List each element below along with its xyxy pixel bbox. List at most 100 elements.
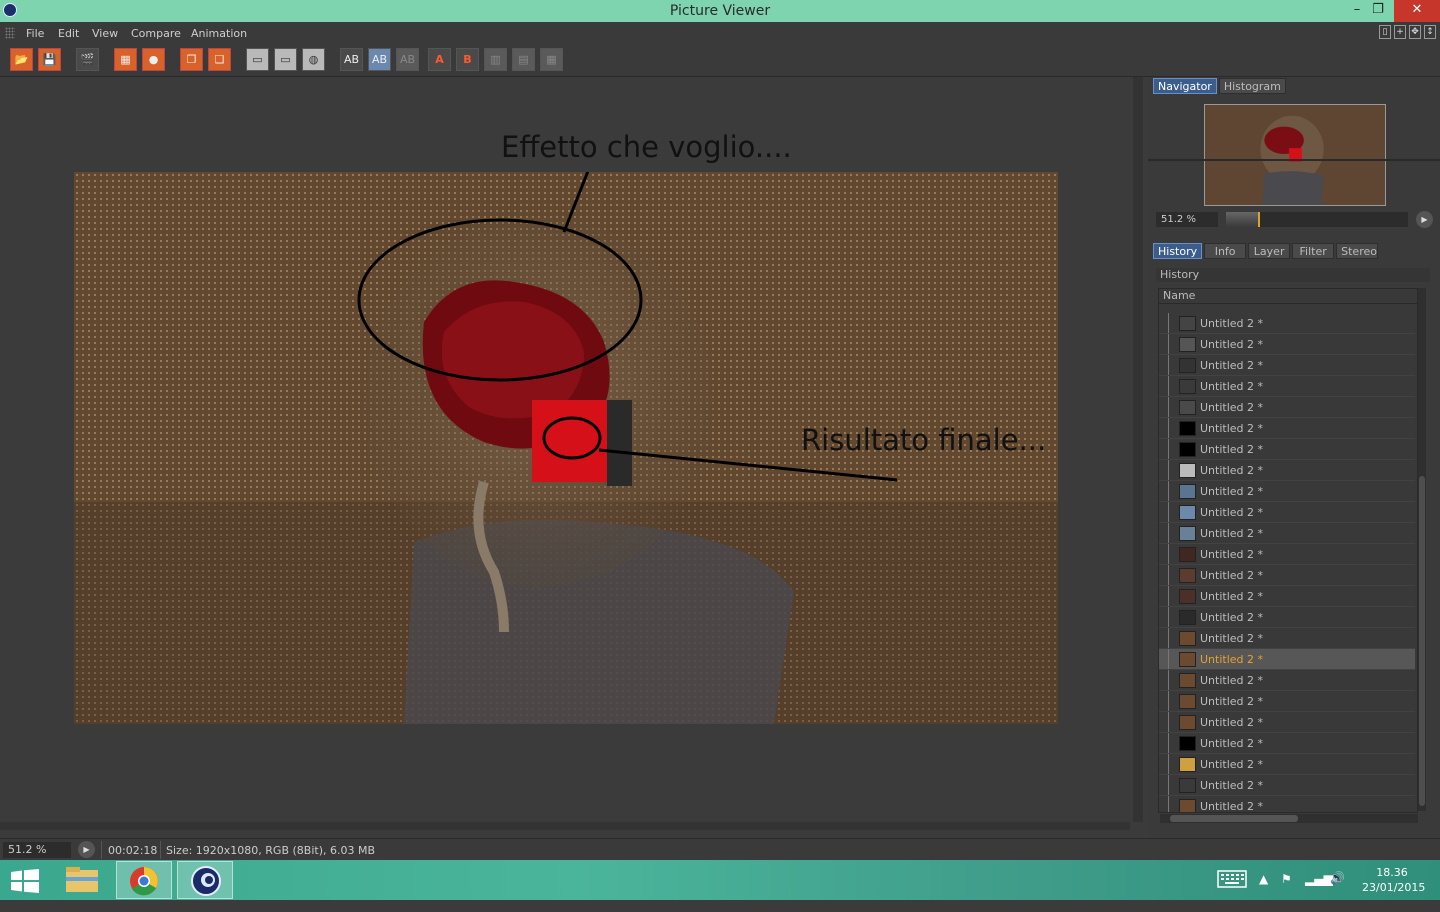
history-item[interactable]: Untitled 2 * bbox=[1159, 649, 1415, 670]
tree-line bbox=[1168, 691, 1169, 711]
navigator-zoom-slider[interactable] bbox=[1226, 212, 1408, 227]
history-item[interactable]: Untitled 2 * bbox=[1159, 586, 1415, 607]
navigator-zoom-field[interactable]: 51.2 % bbox=[1156, 212, 1218, 227]
navigator-zoom-fill bbox=[1226, 212, 1260, 227]
set-b-label: B bbox=[463, 53, 472, 66]
ab-split-icon[interactable]: AB bbox=[368, 48, 391, 71]
keyboard-icon[interactable] bbox=[1217, 870, 1247, 910]
open-icon[interactable]: 📂 bbox=[10, 48, 33, 71]
panel-layout-icon[interactable]: ▯ bbox=[1379, 25, 1391, 39]
render-region-icon[interactable]: ▦ bbox=[114, 48, 137, 71]
menu-file[interactable]: File bbox=[26, 27, 44, 40]
menu-view[interactable]: View bbox=[92, 27, 118, 40]
ab-swap-icon[interactable]: AB bbox=[396, 48, 419, 71]
volume-icon[interactable]: 🔊 bbox=[1330, 871, 1345, 911]
history-item[interactable]: Untitled 2 * bbox=[1159, 439, 1415, 460]
history-vertical-scrollbar-thumb[interactable] bbox=[1419, 476, 1425, 806]
person-render-icon[interactable]: ● bbox=[142, 48, 165, 71]
history-item[interactable]: Untitled 2 * bbox=[1159, 712, 1415, 733]
history-item-label: Untitled 2 * bbox=[1200, 737, 1264, 750]
history-item[interactable]: Untitled 2 * bbox=[1159, 775, 1415, 796]
history-item[interactable]: Untitled 2 * bbox=[1159, 418, 1415, 439]
history-item-label: Untitled 2 * bbox=[1200, 653, 1264, 666]
tab-stereo[interactable]: Stereo bbox=[1336, 243, 1379, 259]
navigator-thumbnail[interactable] bbox=[1204, 104, 1386, 206]
toolbar: 📂 💾 🎬 ▦ ● ❐ ❑ ▭ ▭ ◍ AB AB AB A B ▥ ▤ ▦ bbox=[0, 44, 1440, 77]
history-item[interactable]: Untitled 2 * bbox=[1159, 502, 1415, 523]
menu-edit[interactable]: Edit bbox=[58, 27, 79, 40]
navigator-play-icon[interactable]: ▶ bbox=[1416, 211, 1433, 228]
tab-info[interactable]: Info bbox=[1204, 243, 1247, 259]
compare-mode-1-icon[interactable]: ▥ bbox=[484, 48, 507, 71]
history-item[interactable]: Untitled 2 * bbox=[1159, 355, 1415, 376]
history-item[interactable]: Untitled 2 * bbox=[1159, 733, 1415, 754]
restore-button[interactable]: ❐ bbox=[1361, 0, 1395, 22]
set-a-icon[interactable]: A bbox=[428, 48, 451, 71]
grid-layout-icon[interactable]: + bbox=[1394, 25, 1406, 39]
status-play-icon[interactable]: ▶ bbox=[78, 841, 95, 858]
tab-filter[interactable]: Filter bbox=[1292, 243, 1335, 259]
history-item[interactable]: Untitled 2 * bbox=[1159, 523, 1415, 544]
tree-line bbox=[1168, 607, 1169, 627]
clapper-icon[interactable]: 🎬 bbox=[76, 48, 99, 71]
tab-layer[interactable]: Layer bbox=[1248, 243, 1291, 259]
grip-icon bbox=[5, 27, 15, 39]
tree-line bbox=[1168, 544, 1169, 564]
show-hidden-icons-chevron-icon[interactable]: ▲ bbox=[1259, 872, 1268, 912]
annotation-right: Risultato finale... bbox=[801, 423, 1047, 457]
viewer-horizontal-scrollbar[interactable] bbox=[0, 822, 1130, 830]
history-item[interactable]: Untitled 2 * bbox=[1159, 544, 1415, 565]
action-center-flag-icon[interactable]: ⚑ bbox=[1281, 872, 1292, 912]
ab-compare-icon[interactable]: AB bbox=[340, 48, 363, 71]
history-item[interactable]: Untitled 2 * bbox=[1159, 607, 1415, 628]
taskbar-clock[interactable]: 18.36 23/01/2015 bbox=[1362, 865, 1425, 895]
tree-line bbox=[1168, 733, 1169, 753]
tab-histogram[interactable]: Histogram bbox=[1218, 78, 1286, 94]
status-zoom-field[interactable]: 51.2 % bbox=[3, 842, 71, 858]
file-explorer-icon[interactable] bbox=[54, 861, 110, 899]
move-icon[interactable]: ✥ bbox=[1409, 25, 1421, 39]
history-item[interactable]: Untitled 2 * bbox=[1159, 565, 1415, 586]
history-vertical-scrollbar[interactable] bbox=[1418, 288, 1426, 811]
history-item[interactable]: Untitled 2 * bbox=[1159, 670, 1415, 691]
history-item[interactable]: Untitled 2 * bbox=[1159, 691, 1415, 712]
network-icon[interactable]: ▂▄▆ bbox=[1305, 872, 1333, 912]
view-single-icon[interactable]: ▭ bbox=[246, 48, 269, 71]
compare-mode-2-icon[interactable]: ▤ bbox=[512, 48, 535, 71]
menu-animation[interactable]: Animation bbox=[191, 27, 247, 40]
history-item[interactable]: Untitled 2 * bbox=[1159, 796, 1415, 812]
compare-mode-3-icon[interactable]: ▦ bbox=[540, 48, 563, 71]
history-item[interactable]: Untitled 2 * bbox=[1159, 754, 1415, 775]
chrome-icon[interactable] bbox=[116, 861, 172, 899]
history-thumbnail bbox=[1179, 547, 1196, 562]
history-item[interactable]: Untitled 2 * bbox=[1159, 460, 1415, 481]
tab-history[interactable]: History bbox=[1153, 243, 1203, 259]
history-item[interactable]: Untitled 2 * bbox=[1159, 397, 1415, 418]
clock-time: 18.36 bbox=[1376, 866, 1408, 879]
menu-compare[interactable]: Compare bbox=[131, 27, 181, 40]
history-item[interactable]: Untitled 2 * bbox=[1159, 376, 1415, 397]
history-item[interactable]: Untitled 2 * bbox=[1159, 628, 1415, 649]
cinema4d-taskbar-icon[interactable] bbox=[177, 861, 233, 899]
view-split-icon[interactable]: ▭ bbox=[274, 48, 297, 71]
history-item-label: Untitled 2 * bbox=[1200, 317, 1264, 330]
history-horizontal-scrollbar-thumb[interactable] bbox=[1170, 815, 1298, 822]
tab-navigator[interactable]: Navigator bbox=[1153, 78, 1217, 94]
history-horizontal-scrollbar[interactable] bbox=[1160, 814, 1418, 823]
set-b-icon[interactable]: B bbox=[456, 48, 479, 71]
history-column-name[interactable]: Name bbox=[1159, 289, 1417, 304]
view-compare-icon[interactable]: ◍ bbox=[302, 48, 325, 71]
paste-icon[interactable]: ❑ bbox=[208, 48, 231, 71]
save-icon[interactable]: 💾 bbox=[38, 48, 61, 71]
history-thumbnail bbox=[1179, 799, 1196, 812]
history-list[interactable]: Name Untitled 2 * Untitled 2 * Untitled 2 … bbox=[1158, 288, 1418, 813]
history-item[interactable]: Untitled 2 * bbox=[1159, 334, 1415, 355]
history-item[interactable]: Untitled 2 * bbox=[1159, 481, 1415, 502]
copy-icon[interactable]: ❐ bbox=[180, 48, 203, 71]
history-item[interactable]: Untitled 2 * bbox=[1159, 313, 1415, 334]
viewer-vertical-scrollbar[interactable] bbox=[1133, 77, 1143, 822]
close-button[interactable]: ✕ bbox=[1394, 0, 1440, 22]
expand-icon[interactable]: ↕ bbox=[1424, 25, 1436, 39]
tree-line bbox=[1168, 397, 1169, 417]
windows-start-icon[interactable] bbox=[11, 869, 39, 893]
